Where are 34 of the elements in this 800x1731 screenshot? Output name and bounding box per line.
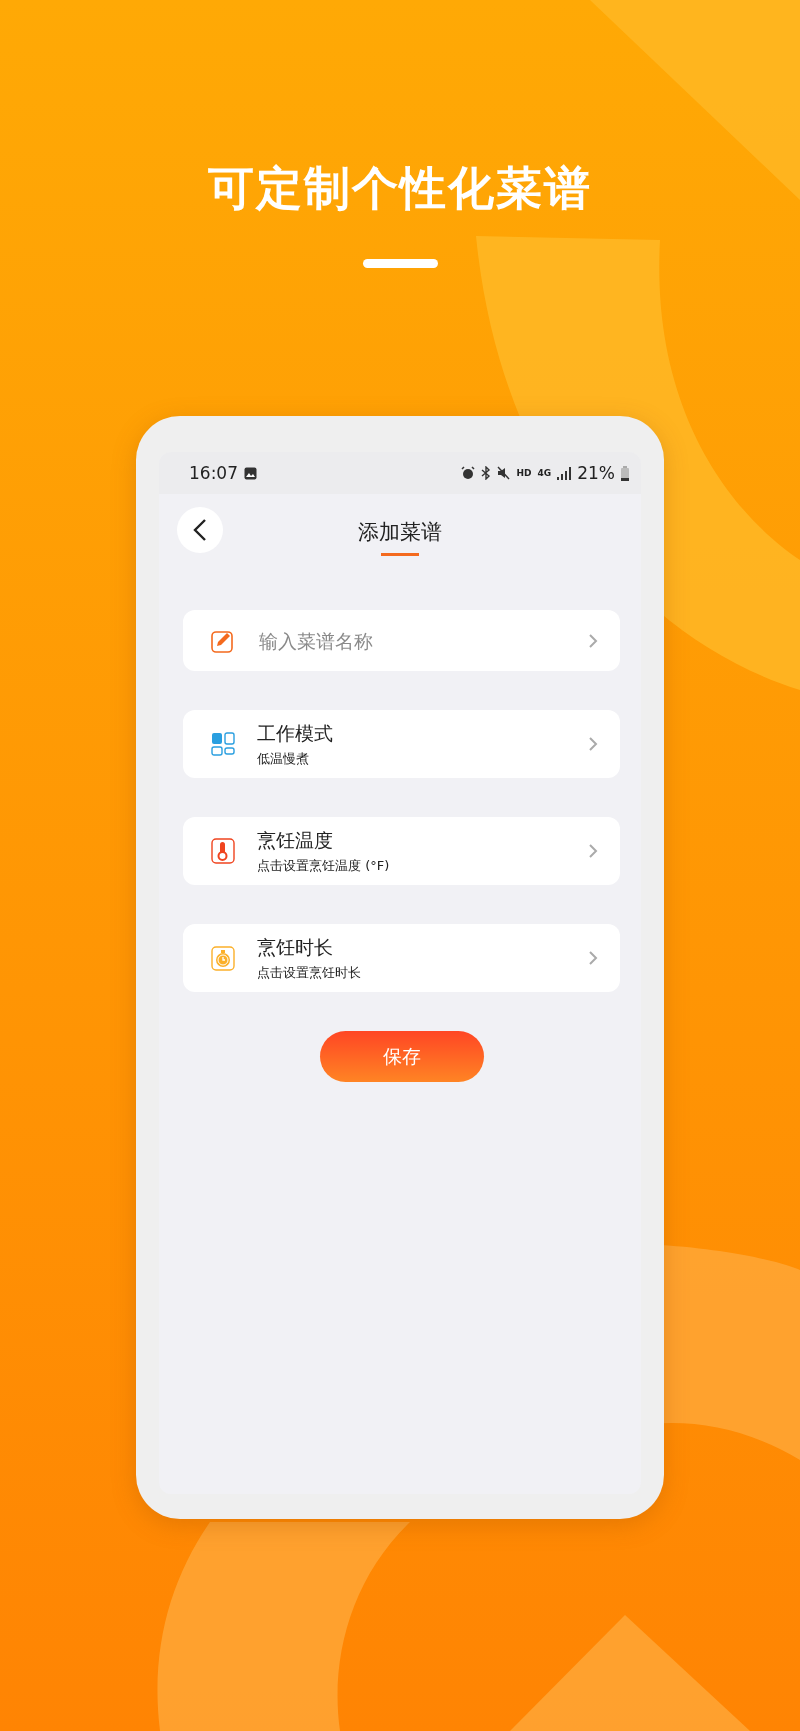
pencil-icon [211,628,235,653]
setting-subtitle: 低温慢煮 [257,749,310,768]
setting-row[interactable]: 烹饪温度 点击设置烹饪温度 (°F) [183,817,620,885]
setting-title: 烹饪温度 [257,827,334,853]
setting-row[interactable]: 烹饪时长 点击设置烹饪时长 [183,924,620,992]
bluetooth-icon [480,466,491,480]
back-button[interactable] [177,507,223,553]
chevron-right-icon [588,950,598,966]
title-underline [381,553,419,556]
signal-icon [557,466,572,480]
setting-title: 烹饪时长 [257,934,334,960]
thermometer-icon [211,838,235,864]
chevron-right-icon [588,736,598,752]
timer-icon [211,945,235,971]
status-time: 16:07 [189,463,238,483]
recipe-name-field[interactable]: 输入菜谱名称 [183,610,620,671]
setting-subtitle: 点击设置烹饪时长 [257,963,362,982]
network-label: HD [516,468,532,478]
alarm-icon [460,466,475,480]
back-icon [193,518,207,542]
setting-subtitle: 点击设置烹饪温度 (°F) [257,856,391,875]
image-icon [244,466,257,480]
chevron-right-icon [588,632,598,649]
chevron-right-icon [588,843,598,859]
setting-row[interactable]: 工作模式 低温慢煮 [183,710,620,778]
mute-icon [496,466,511,480]
headline: 可定制个性化菜谱 [208,160,592,216]
battery-percent: 21% [577,463,615,483]
battery-icon [621,465,629,481]
name-input[interactable]: 输入菜谱名称 [257,628,566,653]
grid-icon [211,732,235,756]
setting-title: 工作模式 [257,720,334,746]
network-type: 4G [537,468,552,478]
page-title: 添加菜谱 [358,519,442,546]
